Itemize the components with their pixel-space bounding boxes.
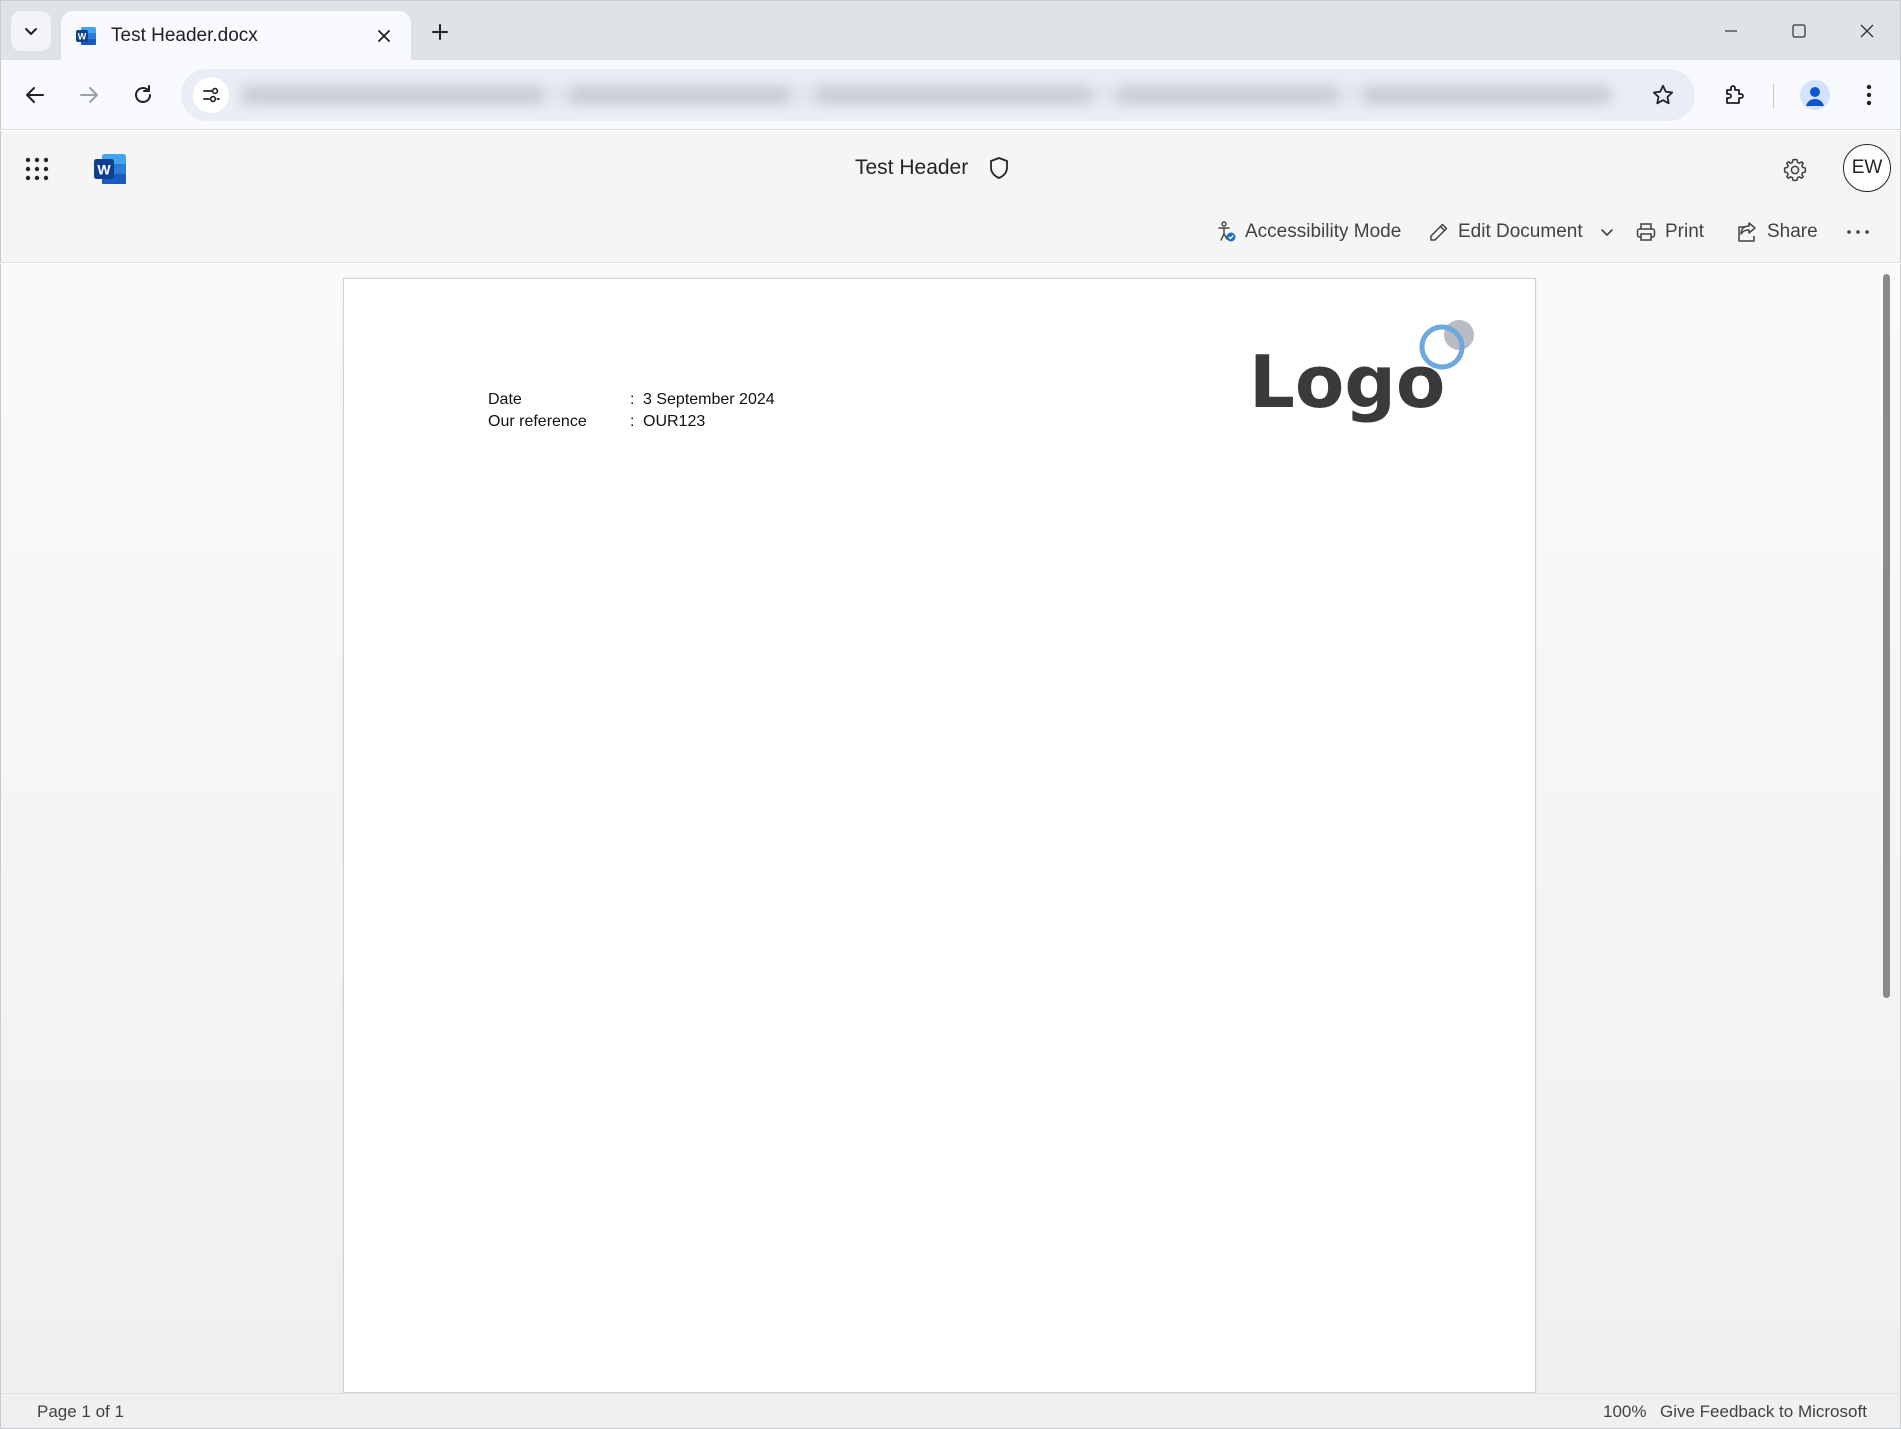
- minimize-icon: [1725, 30, 1737, 32]
- document-canvas[interactable]: Date : 3 September 2024 Our reference : …: [0, 264, 1901, 1393]
- new-tab-button[interactable]: [423, 15, 457, 49]
- print-button[interactable]: Print: [1635, 217, 1704, 247]
- logo-text: Logo: [1249, 340, 1445, 424]
- edit-document-label: Edit Document: [1458, 221, 1583, 242]
- share-label: Share: [1767, 221, 1818, 242]
- profile-avatar-icon: [1800, 80, 1830, 110]
- more-horizontal-icon: [1847, 230, 1869, 234]
- shield-icon: [990, 157, 1009, 179]
- word-app-header: W Test Header EW Accessibility Mode Edit…: [0, 131, 1901, 263]
- extensions-button[interactable]: [1713, 73, 1757, 117]
- vertical-scrollbar[interactable]: [1883, 274, 1890, 998]
- accessibility-mode-label: Accessibility Mode: [1245, 221, 1402, 242]
- minimize-button[interactable]: [1711, 11, 1751, 51]
- share-button[interactable]: Share: [1735, 217, 1818, 247]
- app-launcher-button[interactable]: [21, 153, 53, 185]
- share-icon: [1738, 222, 1756, 242]
- more-vertical-icon: [1866, 84, 1872, 106]
- svg-text:W: W: [78, 32, 87, 42]
- bookmark-button[interactable]: [1649, 81, 1677, 109]
- browser-tab-active[interactable]: W Test Header.docx: [61, 11, 411, 61]
- pencil-icon: [1430, 223, 1448, 241]
- field-row-reference: Our reference : OUR123: [488, 411, 775, 433]
- window-close-button[interactable]: [1847, 11, 1887, 51]
- site-info-button[interactable]: [193, 77, 229, 113]
- field-colon: :: [630, 413, 635, 430]
- reload-button[interactable]: [121, 73, 165, 117]
- field-label: Date: [488, 391, 522, 408]
- browser-menu-button[interactable]: [1847, 73, 1891, 117]
- arrow-right-icon: [80, 87, 98, 103]
- more-options-button[interactable]: [1846, 217, 1870, 247]
- back-button[interactable]: [13, 73, 57, 117]
- company-logo-image: Logo: [1249, 320, 1474, 424]
- sensitivity-button[interactable]: [986, 155, 1012, 181]
- close-icon: [378, 30, 390, 42]
- printer-icon: [1636, 223, 1656, 241]
- page-count: Page 1 of 1: [37, 1402, 124, 1421]
- svg-text:W: W: [97, 162, 111, 178]
- field-colon: :: [630, 391, 635, 408]
- arrow-left-icon: [26, 87, 44, 103]
- tab-close-button[interactable]: [371, 23, 397, 49]
- word-favicon-icon: W: [76, 27, 96, 45]
- waffle-icon: [25, 157, 49, 181]
- plus-icon: [432, 24, 448, 40]
- status-bar: Page 1 of 1 100% Give Feedback to Micros…: [0, 1393, 1901, 1429]
- gear-icon: [1783, 158, 1807, 182]
- url-text-blurred: [241, 85, 1611, 105]
- accessibility-icon: [1218, 221, 1236, 242]
- document-title-area: Test Header: [855, 155, 1012, 181]
- field-label: Our reference: [488, 413, 587, 430]
- settings-button[interactable]: [1778, 153, 1812, 187]
- document-page[interactable]: Date : 3 September 2024 Our reference : …: [343, 278, 1536, 1393]
- word-logo-icon[interactable]: W: [93, 153, 127, 185]
- feedback-link[interactable]: Give Feedback to Microsoft: [1660, 1402, 1867, 1422]
- puzzle-icon: [1726, 85, 1744, 104]
- header-fields: Date : 3 September 2024 Our reference : …: [488, 389, 775, 433]
- tune-icon: [203, 87, 220, 103]
- document-title[interactable]: Test Header: [855, 156, 968, 180]
- accessibility-mode-button[interactable]: Accessibility Mode: [1217, 217, 1401, 247]
- chevron-down-icon: [25, 28, 37, 35]
- reload-icon: [135, 85, 151, 103]
- field-value: 3 September 2024: [643, 391, 775, 408]
- field-value: OUR123: [643, 413, 706, 430]
- toolbar-separator: [1773, 84, 1774, 108]
- maximize-button[interactable]: [1779, 11, 1819, 51]
- chevron-down-icon[interactable]: [1597, 222, 1617, 242]
- browser-tabstrip: W Test Header.docx: [0, 0, 1901, 61]
- browser-toolbar: [0, 60, 1901, 130]
- maximize-icon: [1792, 24, 1806, 38]
- close-icon: [1860, 24, 1874, 38]
- zoom-level[interactable]: 100%: [1603, 1402, 1646, 1422]
- tab-search-button[interactable]: [11, 11, 51, 51]
- star-icon: [1652, 84, 1674, 105]
- field-row-date: Date : 3 September 2024: [488, 389, 775, 411]
- tab-title: Test Header.docx: [111, 25, 258, 46]
- profile-button[interactable]: [1793, 73, 1837, 117]
- user-avatar[interactable]: EW: [1843, 144, 1891, 192]
- address-bar[interactable]: [181, 69, 1695, 121]
- print-label: Print: [1665, 221, 1705, 242]
- edit-document-button[interactable]: Edit Document: [1428, 217, 1617, 247]
- forward-button[interactable]: [67, 73, 111, 117]
